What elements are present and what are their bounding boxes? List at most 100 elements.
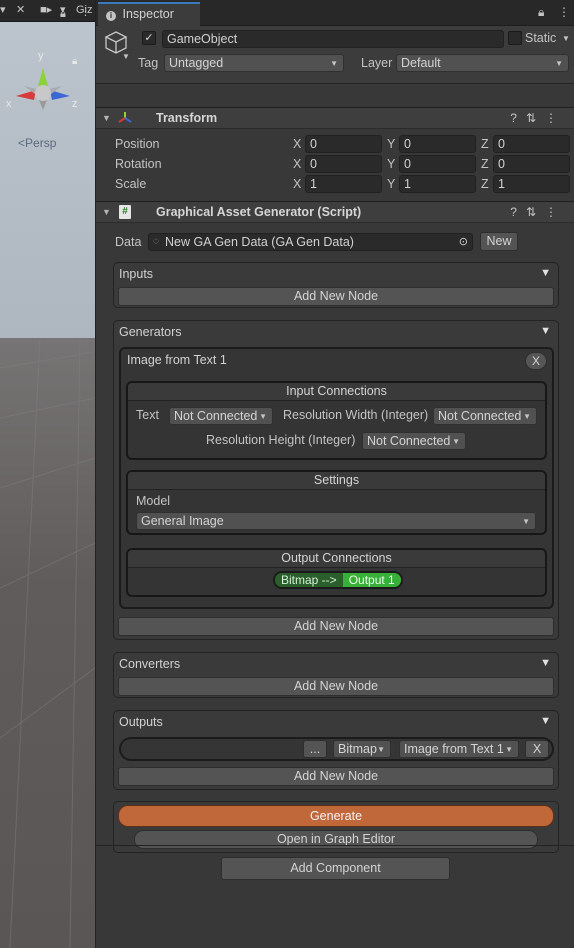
inputs-section: Inputs ▼ Add New Node (113, 262, 559, 308)
foldout-arrow-icon[interactable]: ▼ (102, 113, 111, 123)
component-header-icons[interactable]: ?⇅⋮ (510, 205, 566, 219)
tab-inspector[interactable]: i Inspector (98, 2, 200, 26)
input-connections-box: Input Connections Text Not Connected ▼ Re… (126, 381, 547, 460)
axis-z-label[interactable]: Z (481, 137, 489, 151)
transform-header[interactable]: ▼ Transform ?⇅⋮ (96, 107, 574, 129)
script-component-header[interactable]: ▼ # Graphical Asset Generator (Script) ?… (96, 201, 574, 223)
scene-more-icon[interactable]: ⋮ (80, 4, 91, 21)
component-header-icons[interactable]: ?⇅⋮ (510, 111, 566, 125)
converters-section: Converters ▼ Add New Node (113, 652, 559, 698)
help-icon[interactable]: ? (510, 205, 526, 219)
static-label: Static (525, 31, 557, 45)
position-z-field[interactable]: 0 (493, 135, 570, 153)
tag-dropdown[interactable]: Untagged ▼ (164, 54, 344, 72)
collapse-triangle-icon[interactable]: ▼ (540, 715, 551, 727)
axis-y-label[interactable]: Y (387, 157, 395, 171)
res-height-connection-dropdown[interactable]: Not Connected ▼ (362, 432, 466, 450)
converters-add-node-button[interactable]: Add New Node (118, 677, 554, 696)
axis-x-label[interactable]: X (293, 137, 301, 151)
lock-icon[interactable]: 🔒︎ (538, 5, 544, 20)
foldout-arrow-icon[interactable]: ▼ (102, 207, 111, 217)
grid-lines (0, 338, 95, 948)
scene-view[interactable]: ▾ ✕ ■▸ ▾ Giz 🔒︎ ⋮ y x z 🔒︎ <Persp (0, 0, 95, 948)
section-title: Outputs (119, 715, 163, 729)
script-title: Graphical Asset Generator (Script) (156, 205, 362, 219)
inspector-tabbar: i Inspector 🔒︎ ⋮ (96, 0, 574, 26)
inspector-panel: i Inspector 🔒︎ ⋮ ▼ ✓ GameObject Static ▼… (95, 0, 574, 948)
output-connection-pill[interactable]: Bitmap --> Output 1 (273, 571, 403, 589)
remove-node-button[interactable]: X (525, 352, 547, 370)
output-browse-button[interactable]: ... (303, 740, 327, 758)
outputs-add-node-button[interactable]: Add New Node (118, 767, 554, 786)
transform-icon (118, 112, 132, 123)
scene-ground-grid (0, 338, 95, 948)
output-source-dropdown[interactable]: Image from Text 1 ▼ (399, 740, 519, 758)
component-separator (96, 845, 574, 846)
generators-section-header[interactable]: Generators ▼ (114, 321, 558, 343)
data-object-field[interactable]: ◌ New GA Gen Data (GA Gen Data) ⊙ (148, 233, 473, 251)
axis-z-label[interactable]: Z (481, 157, 489, 171)
info-icon: i (106, 11, 116, 21)
gizmo-lock-icon[interactable]: 🔒︎ (72, 56, 77, 67)
component-more-icon[interactable]: ⋮ (545, 205, 566, 219)
scale-z-field[interactable]: 1 (493, 175, 570, 193)
generators-add-node-button[interactable]: Add New Node (118, 617, 554, 636)
icon-dropdown-arrow[interactable]: ▼ (122, 52, 130, 61)
gizmo-y-label: y (38, 50, 44, 62)
model-dropdown[interactable]: General Image ▼ (136, 512, 536, 530)
node-title: Image from Text 1 (127, 353, 227, 367)
inputs-add-node-button[interactable]: Add New Node (118, 287, 554, 306)
help-icon[interactable]: ? (510, 111, 526, 125)
remove-output-button[interactable]: X (525, 740, 549, 758)
output-type-dropdown[interactable]: Bitmap ▼ (333, 740, 391, 758)
position-y-field[interactable]: 0 (399, 135, 476, 153)
collapse-triangle-icon[interactable]: ▼ (540, 325, 551, 337)
layer-dropdown[interactable]: Default ▼ (396, 54, 569, 72)
active-checkbox[interactable]: ✓ (142, 31, 156, 45)
collapse-triangle-icon[interactable]: ▼ (540, 657, 551, 669)
text-connection-dropdown[interactable]: Not Connected ▼ (169, 407, 273, 425)
object-picker-icon[interactable]: ⊙ (459, 234, 468, 250)
presets-icon[interactable]: ⇅ (526, 205, 545, 219)
position-x-field[interactable]: 0 (305, 135, 382, 153)
gameobject-name-field[interactable]: GameObject (162, 30, 504, 48)
new-data-button[interactable]: New (480, 232, 518, 251)
outputs-section-header[interactable]: Outputs ▼ (114, 711, 558, 733)
more-icon[interactable]: ⋮ (558, 5, 570, 19)
scale-x-field[interactable]: 1 (305, 175, 382, 193)
pill-source-label: Bitmap --> (275, 573, 343, 587)
rotation-z-field[interactable]: 0 (493, 155, 570, 173)
add-component-button[interactable]: Add Component (221, 857, 450, 880)
axis-y-label[interactable]: Y (387, 137, 395, 151)
axis-z-label[interactable]: Z (481, 177, 489, 191)
tools-icon[interactable]: ✕ (16, 2, 25, 19)
settings-box: Settings Model General Image ▼ (126, 470, 547, 535)
inputs-section-header[interactable]: Inputs ▼ (114, 263, 558, 285)
rotation-y-field[interactable]: 0 (399, 155, 476, 173)
gizmo-z-label: z (72, 98, 78, 110)
converters-section-header[interactable]: Converters ▼ (114, 653, 558, 675)
lock-icon[interactable]: 🔒︎ (60, 6, 66, 23)
layer-label: Layer (361, 56, 393, 70)
camera-icon[interactable]: ■▸ (40, 2, 52, 19)
generators-section: Generators ▼ Image from Text 1 X Input C… (113, 320, 559, 640)
axis-x-label[interactable]: X (293, 157, 301, 171)
res-width-connection-dropdown[interactable]: Not Connected ▼ (433, 407, 537, 425)
static-checkbox[interactable] (508, 31, 522, 45)
axis-y-label[interactable]: Y (387, 177, 395, 191)
generate-button[interactable]: Generate (118, 805, 554, 827)
rotation-x-field[interactable]: 0 (305, 155, 382, 173)
generator-node-card: Image from Text 1 X Input Connections Te… (119, 347, 554, 609)
scene-dropdown-arrow[interactable]: ▾ (0, 2, 6, 19)
collapse-triangle-icon[interactable]: ▼ (540, 267, 551, 279)
component-more-icon[interactable]: ⋮ (545, 111, 566, 125)
persp-label[interactable]: <Persp (18, 136, 56, 150)
res-width-label: Resolution Width (Integer) (283, 408, 429, 422)
transform-body: Position X 0 Y 0 Z 0 Rotation X 0 Y 0 Z … (96, 129, 574, 193)
scale-y-field[interactable]: 1 (399, 175, 476, 193)
axis-x-label[interactable]: X (293, 177, 301, 191)
static-dropdown-arrow[interactable]: ▼ (562, 34, 570, 43)
data-label: Data (115, 235, 142, 249)
presets-icon[interactable]: ⇅ (526, 111, 545, 125)
open-graph-editor-button[interactable]: Open in Graph Editor (134, 830, 538, 849)
